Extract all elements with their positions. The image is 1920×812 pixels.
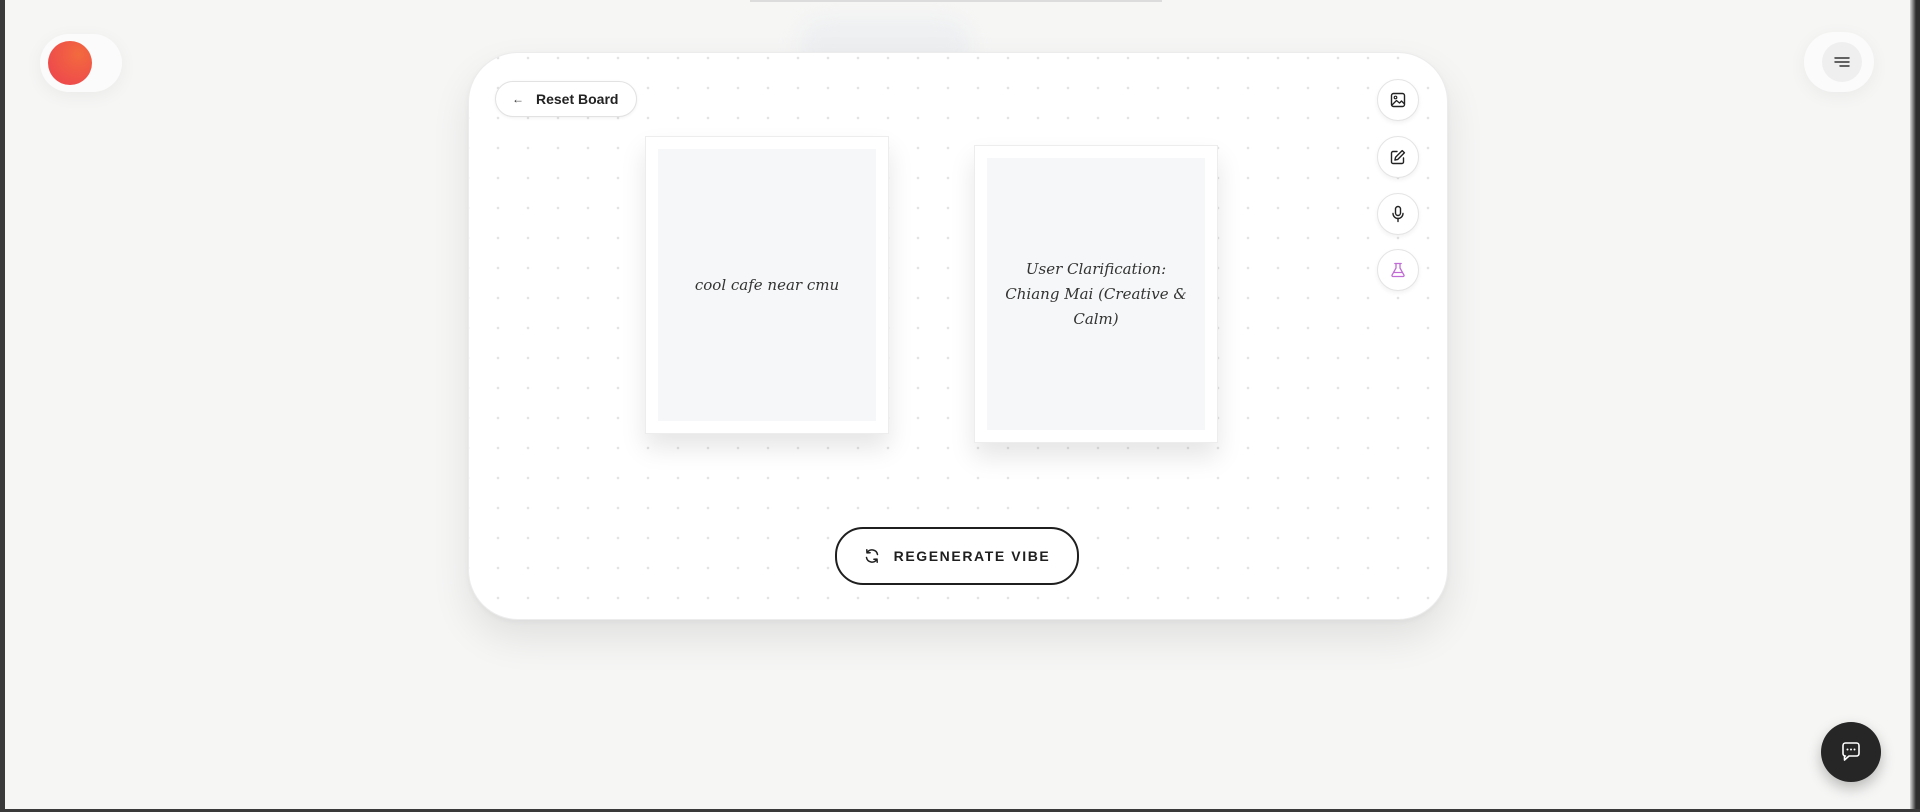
microphone-icon [1392, 205, 1404, 223]
vibe-card[interactable]: cool cafe near cmu [645, 136, 889, 434]
regenerate-vibe-button[interactable]: REGENERATE VIBE [835, 527, 1079, 585]
top-divider [750, 0, 1162, 2]
card-text: cool cafe near cmu [694, 275, 840, 294]
window-frame-left [0, 0, 5, 812]
chat-bubble-icon [1842, 742, 1860, 761]
window-frame-right [1910, 0, 1920, 812]
lab-button[interactable] [1377, 249, 1419, 291]
vibe-card[interactable]: User Clarification: Chiang Mai (Creative… [974, 145, 1218, 443]
menu-button[interactable] [1822, 42, 1862, 82]
logo-icon [48, 41, 92, 85]
chat-button[interactable] [1821, 722, 1881, 782]
arrow-left-icon: ← [512, 92, 524, 106]
logo-pill[interactable] [40, 34, 122, 92]
vibe-board: ← Reset Board cool cafe near cmu User Cl… [468, 52, 1448, 620]
card-content: cool cafe near cmu [658, 149, 876, 421]
flask-icon [1391, 262, 1405, 278]
card-content: User Clarification: Chiang Mai (Creative… [987, 158, 1205, 430]
image-icon [1390, 92, 1406, 108]
hamburger-menu-icon [1834, 57, 1850, 67]
card-text: User Clarification: Chiang Mai (Creative… [1005, 259, 1187, 328]
reset-board-label: Reset Board [536, 91, 619, 107]
refresh-icon [865, 549, 878, 563]
voice-input-button[interactable] [1377, 193, 1419, 235]
menu-pill [1804, 32, 1874, 92]
reset-board-button[interactable]: ← Reset Board [495, 81, 638, 117]
add-image-button[interactable] [1377, 79, 1419, 121]
regenerate-vibe-label: REGENERATE VIBE [893, 548, 1051, 564]
edit-icon [1390, 149, 1406, 165]
add-note-button[interactable] [1377, 136, 1419, 178]
